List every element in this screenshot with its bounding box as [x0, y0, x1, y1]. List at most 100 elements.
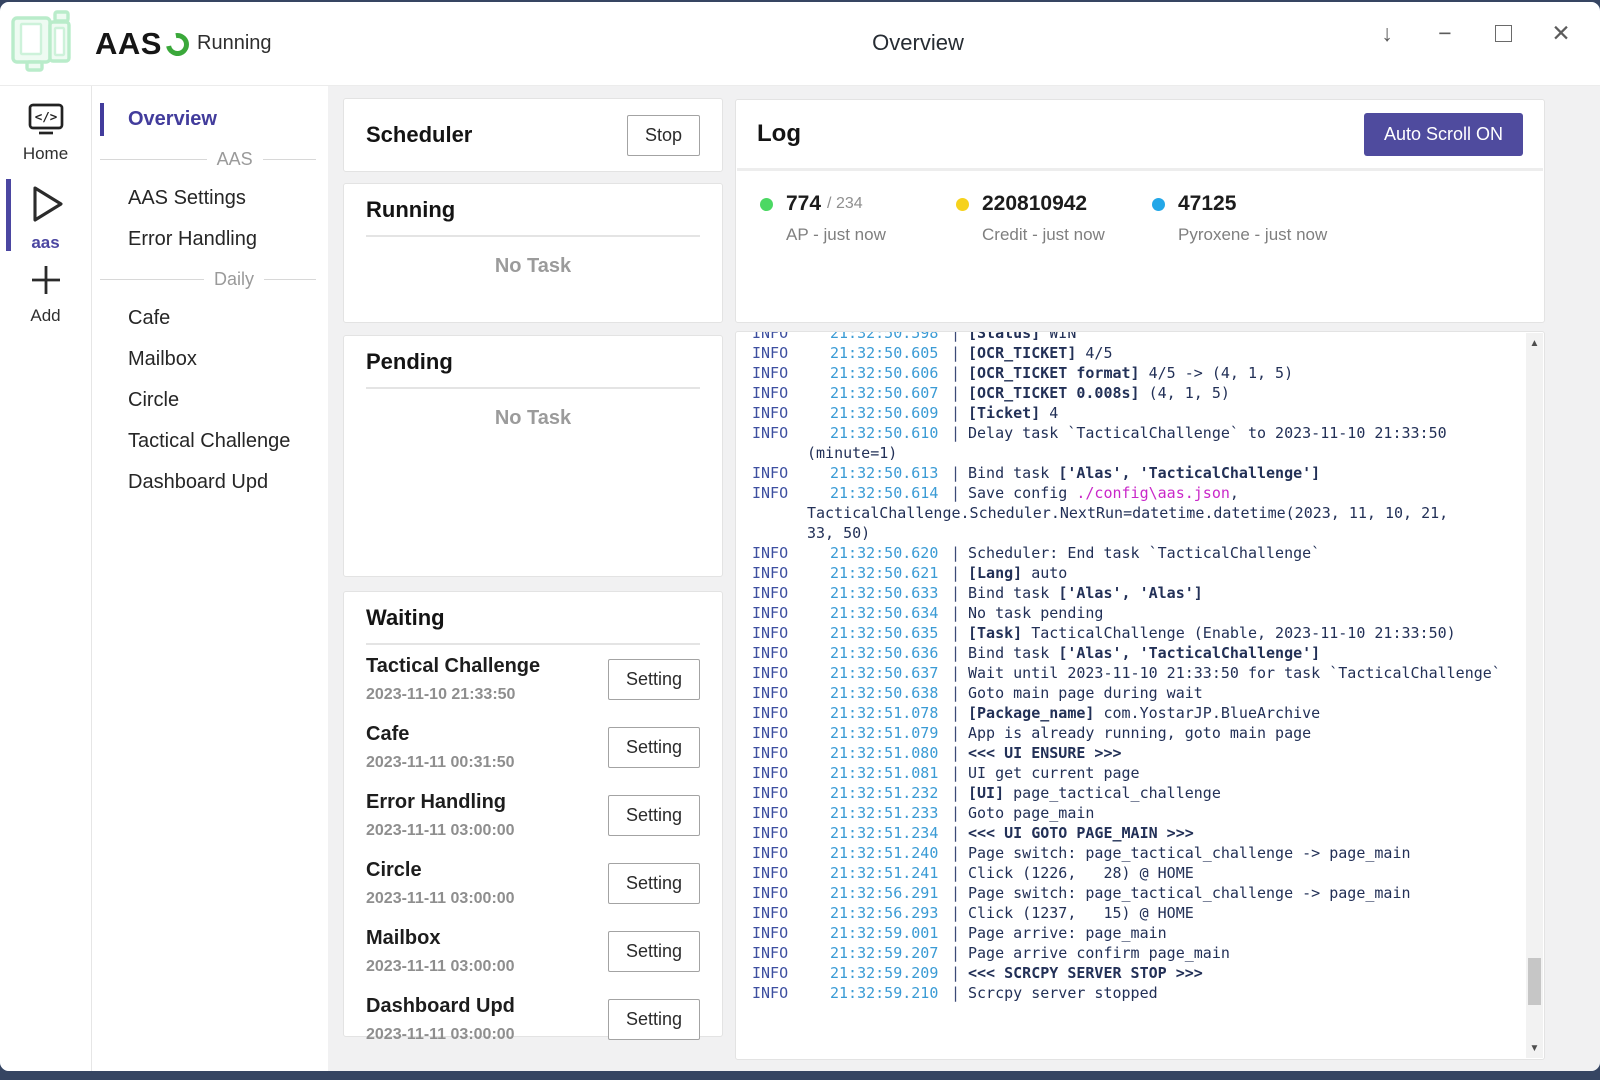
auto-scroll-button[interactable]: Auto Scroll ON: [1364, 113, 1523, 156]
log-separator: |: [951, 563, 968, 583]
log-level: INFO: [752, 543, 830, 563]
nav-item-dashboard-upd[interactable]: Dashboard Upd: [92, 462, 328, 503]
log-entry: INFO21:32:59.210|Scrcpy server stopped: [752, 983, 1504, 1003]
log-time: 21:32:51.079: [830, 723, 951, 743]
log-entry: INFO21:32:50.634|No task pending: [752, 603, 1504, 623]
log-separator: |: [951, 683, 968, 703]
log-entry: INFO21:32:50.621|[Lang] auto: [752, 563, 1504, 583]
waiting-task-row: Circle 2023-11-11 03:00:00 Setting: [366, 849, 700, 917]
log-stat: 774 / 234 AP - just now: [760, 192, 956, 245]
log-separator: |: [951, 783, 968, 803]
running-spinner-icon: [161, 28, 193, 60]
log-header: Log Auto Scroll ON: [737, 100, 1543, 171]
task-setting-button[interactable]: Setting: [608, 795, 700, 836]
log-time: 21:32:59.001: [830, 923, 951, 943]
log-time: 21:32:50.610: [830, 423, 951, 443]
log-entry: INFO21:32:51.081|UI get current page: [752, 763, 1504, 783]
log-time: 21:32:50.634: [830, 603, 951, 623]
play-icon: [25, 214, 67, 231]
log-time: 21:32:59.209: [830, 963, 951, 983]
icon-rail: </> Home aas: [0, 86, 92, 1071]
rail-item-add[interactable]: Add: [0, 256, 91, 332]
update-icon[interactable]: ↓: [1370, 16, 1404, 50]
task-setting-button[interactable]: Setting: [608, 727, 700, 768]
titlebar: AAS Running Overview ↓−✕: [0, 2, 1600, 86]
log-scrollbar[interactable]: ▲ ▼: [1526, 333, 1543, 1058]
page-title: Overview: [872, 30, 964, 56]
task-setting-button[interactable]: Setting: [608, 659, 700, 700]
nav-item-mailbox[interactable]: Mailbox: [92, 339, 328, 380]
log-time: 21:32:51.241: [830, 863, 951, 883]
nav-item-circle[interactable]: Circle: [92, 380, 328, 421]
nav-item-label: Cafe: [128, 307, 170, 330]
stat-dot-icon: [956, 198, 969, 211]
log-entry: INFO21:32:50.606|[OCR_TICKET format] 4/5…: [752, 363, 1504, 383]
nav-menu: Overview AAS AAS Settings Error Handling…: [92, 86, 328, 1071]
log-title: Log: [757, 120, 801, 148]
divider-line: [263, 159, 316, 160]
running-panel: Running No Task: [343, 183, 723, 323]
log-level: INFO: [752, 963, 830, 983]
nav-section-label: Daily: [204, 269, 264, 290]
log-time: 21:32:51.233: [830, 803, 951, 823]
log-level: INFO: [752, 823, 830, 843]
nav-item-aas-settings[interactable]: AAS Settings: [92, 178, 328, 219]
log-separator: |: [951, 583, 968, 603]
log-message: [Task] TacticalChallenge (Enable, 2023-1…: [968, 624, 1456, 642]
nav-item-overview[interactable]: Overview: [92, 99, 328, 140]
nav-item-label: AAS Settings: [128, 187, 246, 210]
rail-item-label: Home: [0, 144, 91, 164]
task-setting-button[interactable]: Setting: [608, 863, 700, 904]
log-level: INFO: [752, 863, 830, 883]
log-separator: |: [951, 463, 968, 483]
nav-item-cafe[interactable]: Cafe: [92, 298, 328, 339]
log-message: <<< UI ENSURE >>>: [968, 744, 1122, 762]
scroll-down-icon[interactable]: ▼: [1526, 1040, 1543, 1056]
scheduler-status-text: Running: [197, 32, 272, 55]
running-title: Running: [366, 197, 700, 237]
close-icon[interactable]: ✕: [1544, 16, 1578, 50]
nav-item-label: Overview: [128, 108, 217, 131]
scroll-up-icon[interactable]: ▲: [1526, 335, 1543, 351]
log-time: 21:32:50.638: [830, 683, 951, 703]
log-time: 21:32:56.291: [830, 883, 951, 903]
maximize-icon[interactable]: [1486, 16, 1520, 50]
log-level: INFO: [752, 343, 830, 363]
log-stat: 47125 Pyroxene - just now: [1152, 192, 1348, 245]
log-level: INFO: [752, 743, 830, 763]
minimize-icon[interactable]: −: [1428, 16, 1462, 50]
rail-item-aas[interactable]: aas: [0, 177, 91, 253]
log-separator: |: [951, 363, 968, 383]
log-entry: INFO21:32:50.635|[Task] TacticalChalleng…: [752, 623, 1504, 643]
log-separator: |: [951, 943, 968, 963]
task-name: Dashboard Upd: [366, 995, 515, 1018]
divider-line: [264, 279, 316, 280]
log-time: 21:32:59.210: [830, 983, 951, 1003]
log-entry: INFO21:32:51.080|<<< UI ENSURE >>>: [752, 743, 1504, 763]
task-name: Mailbox: [366, 927, 515, 950]
stop-button[interactable]: Stop: [627, 115, 700, 156]
stat-dot-icon: [760, 198, 773, 211]
task-setting-button[interactable]: Setting: [608, 931, 700, 972]
log-message: [UI] page_tactical_challenge: [968, 784, 1221, 802]
log-separator: |: [951, 883, 968, 903]
rail-item-home[interactable]: </> Home: [0, 98, 91, 174]
log-entry: INFO21:32:51.241|Click (1226, 28) @ HOME: [752, 863, 1504, 883]
task-next-run: 2023-11-11 03:00:00: [366, 1026, 515, 1044]
task-setting-button[interactable]: Setting: [608, 999, 700, 1040]
log-time: 21:32:50.637: [830, 663, 951, 683]
app-window: AAS Running Overview ↓−✕ </> Home: [0, 2, 1600, 1071]
nav-item-error-handling[interactable]: Error Handling: [92, 219, 328, 260]
log-level: INFO: [752, 683, 830, 703]
log-separator: |: [951, 543, 968, 563]
task-info: Tactical Challenge 2023-11-10 21:33:50: [366, 655, 540, 704]
log-separator: |: [951, 383, 968, 403]
log-view[interactable]: INFO21:32:50.598|[Status] WININFO21:32:5…: [735, 331, 1545, 1060]
task-info: Circle 2023-11-11 03:00:00: [366, 859, 515, 908]
divider-line: [100, 279, 204, 280]
task-name: Tactical Challenge: [366, 655, 540, 678]
active-indicator: [100, 103, 104, 136]
log-time: 21:32:51.078: [830, 703, 951, 723]
nav-item-tactical-challenge[interactable]: Tactical Challenge: [92, 421, 328, 462]
scrollbar-thumb[interactable]: [1528, 958, 1541, 1005]
